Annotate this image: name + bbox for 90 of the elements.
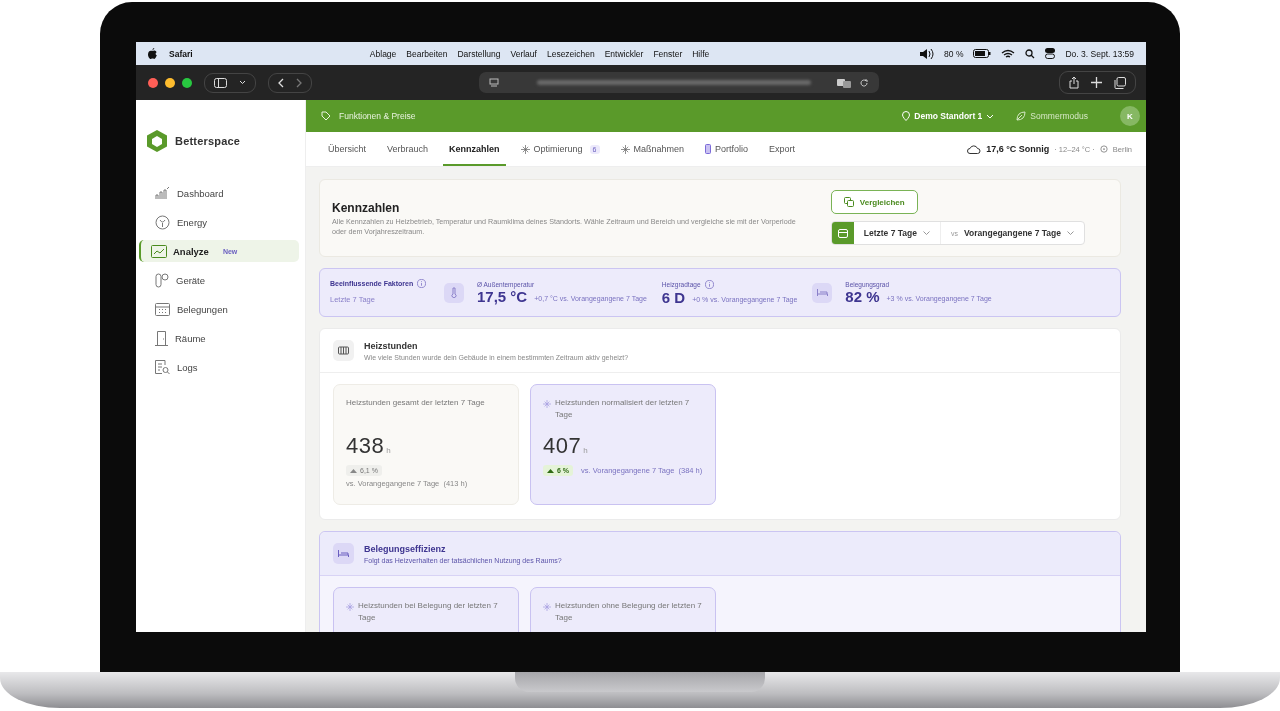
menu-item[interactable]: Hilfe	[692, 48, 710, 59]
menu-clock: Do. 3. Sept. 13:59	[1065, 48, 1134, 59]
bed-icon	[333, 543, 354, 564]
battery-icon[interactable]	[973, 49, 992, 58]
translate-icon[interactable]	[837, 77, 851, 88]
calendar-icon	[837, 228, 848, 238]
metric-unit: h	[583, 446, 588, 455]
metric-title: Heizstunden bei Belegung der letzten 7 Tage	[358, 600, 499, 625]
tab[interactable]: Portfolio	[699, 132, 755, 166]
bed-icon	[812, 282, 833, 303]
calendar-button[interactable]	[831, 222, 854, 244]
tab[interactable]: Kennzahlen	[443, 132, 506, 166]
factor-value: 6 D	[661, 288, 686, 306]
metric-title: Heizstunden ohne Belegung der letzten 7 Tage	[555, 600, 703, 625]
section-title: Heizstunden	[364, 340, 419, 351]
metric-unit: h	[386, 446, 391, 455]
chevron-down-icon	[923, 231, 930, 235]
up-triangle-icon	[350, 468, 357, 473]
document-search-icon	[155, 359, 170, 375]
sparkle-icon	[520, 144, 530, 154]
plug-circle-icon	[155, 214, 170, 230]
navigation-buttons[interactable]	[268, 72, 312, 93]
tab[interactable]: Export	[763, 132, 802, 166]
location-pin-icon	[902, 111, 911, 121]
calendar-icon	[155, 302, 170, 316]
thermometer-icon	[444, 282, 464, 303]
sidebar-toggle-button[interactable]	[204, 72, 256, 93]
chart-screen-icon	[151, 244, 167, 258]
tab[interactable]: Verbrauch	[381, 132, 435, 166]
sidebar-icon	[214, 77, 227, 88]
tag-icon	[321, 111, 331, 121]
tabs-icon[interactable]	[1114, 76, 1126, 89]
weather-summary: 17,6 °C Sonnig	[986, 144, 1050, 154]
sidebar-item[interactable]: Räume	[139, 327, 299, 349]
bar-chart-icon	[155, 186, 170, 200]
door-icon	[155, 330, 168, 346]
bookmark-icon	[705, 144, 712, 154]
thermostat-icon	[155, 272, 169, 288]
menu-item[interactable]: Entwickler	[604, 48, 644, 59]
metric-title: Heizstunden normalisiert der letzten 7 Tage	[555, 397, 691, 422]
sparkle-icon	[346, 603, 354, 611]
sidebar-item[interactable]: Logs	[139, 356, 299, 378]
window-controls-icon[interactable]	[148, 77, 192, 88]
section-title: Belegungseffizienz	[364, 543, 447, 554]
period-dropdown[interactable]: Letzte 7 Tage	[853, 222, 940, 244]
sparkle-icon	[543, 400, 551, 408]
location-pin-icon	[1099, 144, 1108, 154]
radiator-icon	[333, 340, 354, 361]
reload-icon[interactable]	[859, 77, 869, 88]
sparkle-icon	[620, 144, 630, 154]
metric-value: 438	[346, 433, 385, 459]
chevron-down-icon	[986, 113, 995, 119]
up-triangle-icon	[547, 468, 554, 473]
metric-value: 407	[543, 433, 582, 459]
menu-item[interactable]: Lesezeichen	[546, 48, 595, 59]
brand-name: Betterspace	[175, 135, 241, 147]
search-icon[interactable]	[1025, 48, 1036, 59]
chevron-down-icon	[1067, 231, 1074, 235]
tab[interactable]: Übersicht	[322, 132, 372, 166]
forward-icon[interactable]	[296, 77, 302, 88]
factor-value: 17,5 °C	[477, 287, 528, 305]
apple-icon[interactable]	[148, 48, 157, 59]
page-icon	[489, 77, 499, 88]
chevron-down-icon	[239, 80, 246, 85]
cloud-icon	[967, 144, 982, 154]
share-icon[interactable]	[1069, 76, 1079, 89]
tab[interactable]: Maßnahmen	[614, 132, 691, 166]
compare-button[interactable]: Vergleichen	[830, 190, 918, 214]
sparkle-icon	[543, 603, 551, 611]
compare-icon	[843, 197, 854, 207]
battery-percent: 80 %	[944, 48, 964, 59]
sidebar-item[interactable]: Belegungen	[139, 298, 299, 320]
control-center-icon[interactable]	[1045, 48, 1056, 59]
back-icon[interactable]	[278, 77, 284, 88]
page-title: Kennzahlen	[332, 201, 401, 215]
wifi-icon[interactable]	[1001, 48, 1016, 59]
volume-icon[interactable]	[920, 48, 935, 59]
hexagon-logo-icon	[147, 130, 167, 152]
menu-item[interactable]: Darstellung	[457, 48, 501, 59]
menu-app-name[interactable]: Safari	[169, 48, 360, 59]
menu-item[interactable]: Verlauf	[510, 48, 537, 59]
plus-icon[interactable]	[1091, 77, 1102, 88]
menu-item[interactable]: Ablage	[369, 48, 397, 59]
menu-item[interactable]: Fenster	[653, 48, 683, 59]
sidebar-item[interactable]: Energy	[139, 211, 299, 233]
menu-item[interactable]: Bearbeiten	[406, 48, 448, 59]
sidebar-item[interactable]: Geräte	[139, 269, 299, 291]
leaf-icon	[1016, 111, 1027, 121]
sidebar-item[interactable]: Dashboard	[139, 182, 299, 204]
metric-title: Heizstunden gesamt der letzten 7 Tage	[346, 397, 485, 409]
